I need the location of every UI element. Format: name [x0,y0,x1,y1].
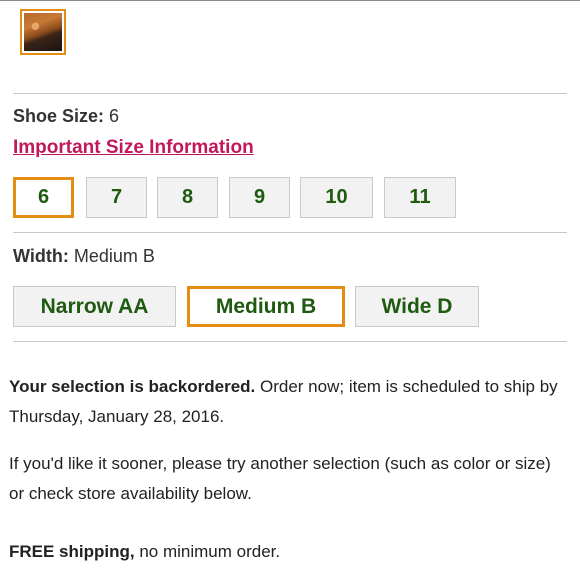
divider [13,341,567,342]
size-option-8[interactable]: 8 [157,177,218,218]
width-option-label: Wide D [381,294,453,318]
size-option-11[interactable]: 11 [384,177,456,218]
shoe-size-label: Shoe Size: [13,106,105,126]
size-option-label: 11 [409,186,431,208]
width-option-medium-b[interactable]: Medium B [187,286,345,327]
size-option-label: 7 [110,186,123,208]
product-color-swatch[interactable] [20,9,66,55]
width-label: Width: [13,246,69,266]
size-option-6[interactable]: 6 [13,177,74,218]
size-option-10[interactable]: 10 [300,177,373,218]
size-option-label: 10 [325,186,348,208]
width-value: Medium B [73,246,155,266]
width-option-label: Medium B [215,294,317,318]
shipping-detail: no minimum order. [134,542,281,561]
important-size-info-link[interactable]: Important Size Information [13,137,254,159]
top-border [0,0,580,1]
shoe-thumbnail-image [24,13,62,51]
shipping-message: FREE shipping, no minimum order. [9,537,569,567]
sooner-message: If you'd like it sooner, please try anot… [9,454,551,503]
backorder-message: Your selection is backordered. Order now… [9,372,569,432]
width-option-wide-d[interactable]: Wide D [355,286,479,327]
size-option-7[interactable]: 7 [86,177,147,218]
shoe-size-value: 6 [109,106,120,126]
size-option-label: 6 [37,186,50,208]
shoe-size-row: Shoe Size: 6 [13,106,119,127]
size-option-label: 9 [253,186,266,208]
divider [13,93,567,94]
backorder-heading: Your selection is backordered. [9,377,256,396]
width-option-narrow-aa[interactable]: Narrow AA [13,286,176,327]
size-option-9[interactable]: 9 [229,177,290,218]
free-shipping-label: FREE shipping, [9,542,135,561]
divider [13,232,567,233]
width-option-label: Narrow AA [40,294,149,318]
size-option-label: 8 [181,186,194,208]
width-row: Width: Medium B [13,246,155,267]
